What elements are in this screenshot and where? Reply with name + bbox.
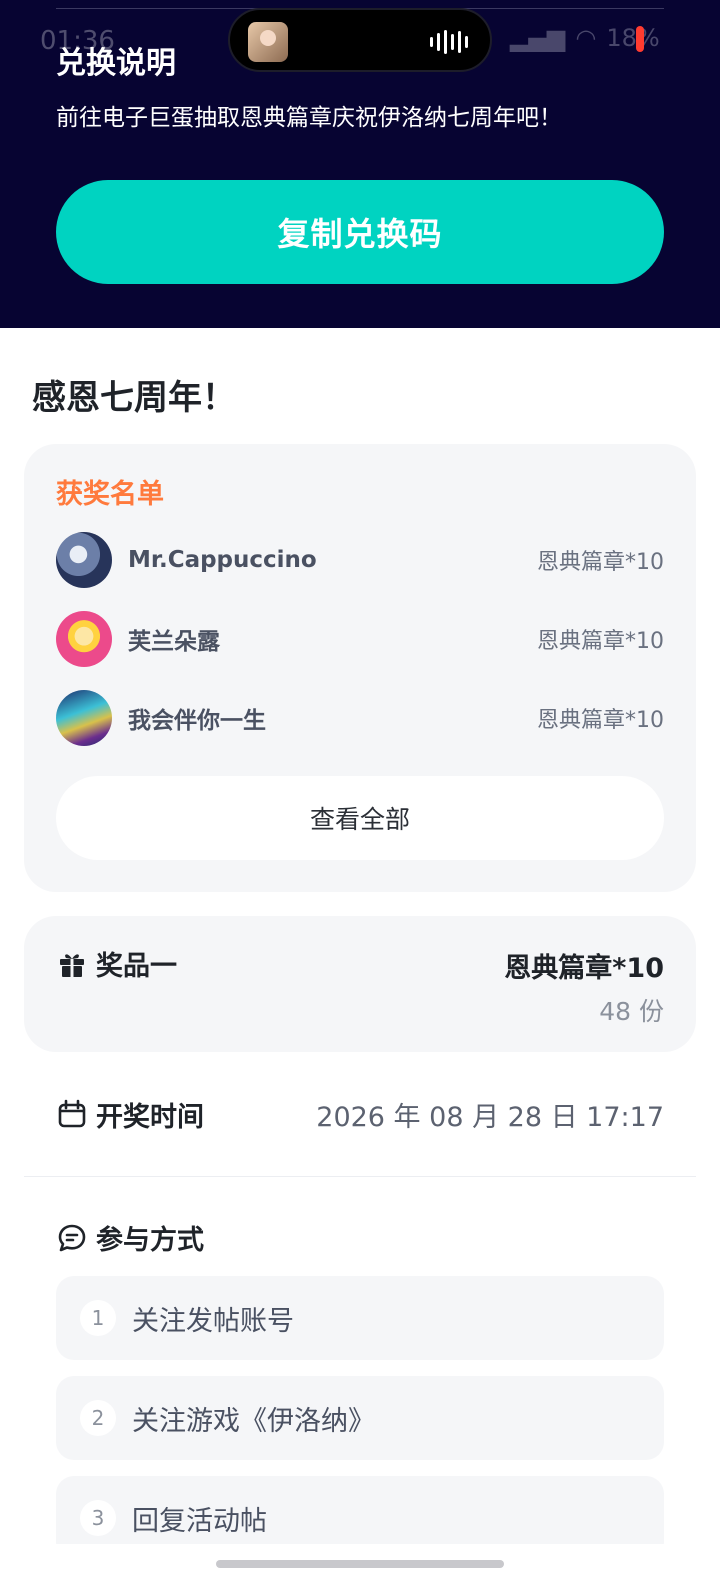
prize-count: 48 份 [599, 997, 664, 1026]
winner-row[interactable]: 我会伴你一生 恩典篇章*10 [56, 690, 664, 746]
prize-card: 奖品一 恩典篇章*10 48 份 [24, 916, 696, 1052]
winner-row[interactable]: 芙兰朵露 恩典篇章*10 [56, 611, 664, 667]
step-number: 1 [80, 1300, 116, 1336]
wifi-icon: ◠ [575, 24, 597, 52]
draw-label-group: 开奖时间 [56, 1095, 204, 1134]
participation-label-group: 参与方式 [56, 1218, 204, 1257]
winner-prize: 恩典篇章*10 [537, 708, 664, 733]
step-number: 3 [80, 1500, 116, 1536]
redeem-description: 前往电子巨蛋抽取恩典篇章庆祝伊洛纳七周年吧！ [56, 105, 562, 131]
cellular-signal-icon: ▂▄▆ [510, 24, 566, 52]
participation-step[interactable]: 1 关注发帖账号 [56, 1276, 664, 1360]
redeem-header: 01:36 ▂▄▆ ◠ 18% 兑换说明 前往电子巨蛋抽取恩典篇章庆祝伊洛纳七周… [0, 0, 720, 328]
battery-low-icon [636, 26, 644, 52]
participation-label: 参与方式 [96, 1225, 204, 1256]
draw-label: 开奖时间 [96, 1101, 204, 1133]
participation-step[interactable]: 2 关注游戏《伊洛纳》 [56, 1376, 664, 1460]
chat-icon [56, 1222, 88, 1254]
winner-name[interactable]: 我会伴你一生 [128, 701, 266, 735]
prize-label-group: 奖品一 [56, 944, 177, 983]
calendar-icon [56, 1098, 88, 1130]
winner-name[interactable]: 芙兰朵露 [128, 622, 220, 656]
event-title: 感恩七周年！ [32, 378, 236, 418]
prize-value: 恩典篇章*10 [504, 953, 664, 984]
step-number: 2 [80, 1400, 116, 1436]
winners-card: 获奖名单 Mr.Cappuccino 恩典篇章*10 芙兰朵露 恩典篇章*10 … [24, 444, 696, 892]
winner-name[interactable]: Mr.Cappuccino [128, 547, 317, 573]
battery-percent: 18% [606, 24, 660, 52]
avatar[interactable] [56, 611, 112, 667]
draw-time: 2026 年 08 月 28 日 17:17 [316, 1101, 664, 1133]
avatar[interactable] [56, 690, 112, 746]
avatar[interactable] [56, 532, 112, 588]
view-all-button[interactable]: 查看全部 [56, 776, 664, 860]
media-thumbnail-icon [248, 22, 288, 62]
prize-label: 奖品一 [96, 951, 177, 982]
step-text: 关注发帖账号 [132, 1305, 294, 1337]
dynamic-island[interactable] [228, 8, 492, 72]
gift-icon [56, 948, 88, 980]
step-text: 关注游戏《伊洛纳》 [132, 1405, 375, 1437]
winner-row[interactable]: Mr.Cappuccino 恩典篇章*10 [56, 532, 664, 588]
redeem-title: 兑换说明 [56, 46, 176, 81]
draw-time-row: 开奖时间 2026 年 08 月 28 日 17:17 [56, 1092, 664, 1136]
winners-title: 获奖名单 [56, 479, 164, 510]
audio-wave-icon [430, 30, 468, 54]
winner-prize: 恩典篇章*10 [537, 629, 664, 654]
divider [24, 1176, 696, 1177]
winner-prize: 恩典篇章*10 [537, 550, 664, 575]
copy-code-button[interactable]: 复制兑换码 [56, 180, 664, 284]
step-text: 回复活动帖 [132, 1505, 267, 1537]
home-indicator[interactable] [216, 1560, 504, 1568]
